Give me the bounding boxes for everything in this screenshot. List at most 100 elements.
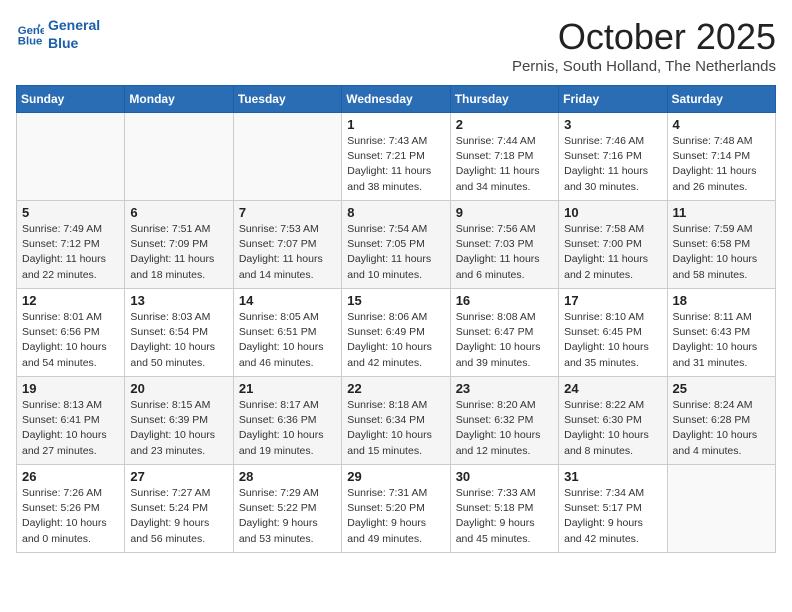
logo-text-line1: General	[48, 16, 100, 34]
day-number: 11	[673, 205, 770, 220]
day-number: 28	[239, 469, 336, 484]
day-number: 8	[347, 205, 444, 220]
calendar-cell: 21 Sunrise: 8:17 AM Sunset: 6:36 PM Dayli…	[233, 377, 341, 465]
weekday-header-wednesday: Wednesday	[342, 86, 450, 113]
day-info: Sunrise: 8:05 AM Sunset: 6:51 PM Dayligh…	[239, 310, 336, 371]
calendar-subtitle: Pernis, South Holland, The Netherlands	[512, 58, 776, 75]
day-info: Sunrise: 7:44 AM Sunset: 7:18 PM Dayligh…	[456, 134, 553, 195]
day-info: Sunrise: 7:34 AM Sunset: 5:17 PM Dayligh…	[564, 486, 661, 547]
calendar-cell: 9 Sunrise: 7:56 AM Sunset: 7:03 PM Daylig…	[450, 201, 558, 289]
day-number: 10	[564, 205, 661, 220]
calendar-cell: 16 Sunrise: 8:08 AM Sunset: 6:47 PM Dayli…	[450, 289, 558, 377]
calendar-cell	[233, 113, 341, 201]
day-info: Sunrise: 7:56 AM Sunset: 7:03 PM Dayligh…	[456, 222, 553, 283]
calendar-cell: 26Sunrise: 7:26 AM Sunset: 5:26 PM Dayli…	[17, 465, 125, 553]
day-info: Sunrise: 8:03 AM Sunset: 6:54 PM Dayligh…	[130, 310, 227, 371]
calendar-cell: 30 Sunrise: 7:33 AM Sunset: 5:18 PM Dayli…	[450, 465, 558, 553]
day-number: 21	[239, 381, 336, 396]
day-info: Sunrise: 8:06 AM Sunset: 6:49 PM Dayligh…	[347, 310, 444, 371]
calendar-cell: 23Sunrise: 8:20 AM Sunset: 6:32 PM Dayli…	[450, 377, 558, 465]
day-info: Sunrise: 8:20 AM Sunset: 6:32 PM Dayligh…	[456, 398, 553, 459]
day-number: 31	[564, 469, 661, 484]
day-info: Sunrise: 7:53 AM Sunset: 7:07 PM Dayligh…	[239, 222, 336, 283]
weekday-header-thursday: Thursday	[450, 86, 558, 113]
day-info: Sunrise: 8:17 AM Sunset: 6:36 PM Dayligh…	[239, 398, 336, 459]
weekday-header-friday: Friday	[559, 86, 667, 113]
day-number: 9	[456, 205, 553, 220]
day-info: Sunrise: 8:10 AM Sunset: 6:45 PM Dayligh…	[564, 310, 661, 371]
calendar-cell: 10 Sunrise: 7:58 AM Sunset: 7:00 PM Dayli…	[559, 201, 667, 289]
weekday-header-monday: Monday	[125, 86, 233, 113]
weekday-header-sunday: Sunday	[17, 86, 125, 113]
calendar-cell: 15 Sunrise: 8:06 AM Sunset: 6:49 PM Dayli…	[342, 289, 450, 377]
calendar-cell: 12Sunrise: 8:01 AM Sunset: 6:56 PM Dayli…	[17, 289, 125, 377]
calendar-cell: 24 Sunrise: 8:22 AM Sunset: 6:30 PM Dayli…	[559, 377, 667, 465]
day-info: Sunrise: 7:49 AM Sunset: 7:12 PM Dayligh…	[22, 222, 119, 283]
calendar-cell: 2 Sunrise: 7:44 AM Sunset: 7:18 PM Daylig…	[450, 113, 558, 201]
day-number: 1	[347, 117, 444, 132]
calendar-cell	[17, 113, 125, 201]
day-number: 22	[347, 381, 444, 396]
day-info: Sunrise: 7:46 AM Sunset: 7:16 PM Dayligh…	[564, 134, 661, 195]
logo-icon: General Blue	[16, 20, 44, 48]
day-info: Sunrise: 7:31 AM Sunset: 5:20 PM Dayligh…	[347, 486, 444, 547]
day-info: Sunrise: 7:48 AM Sunset: 7:14 PM Dayligh…	[673, 134, 770, 195]
day-info: Sunrise: 8:01 AM Sunset: 6:56 PM Dayligh…	[22, 310, 119, 371]
day-number: 29	[347, 469, 444, 484]
day-info: Sunrise: 8:18 AM Sunset: 6:34 PM Dayligh…	[347, 398, 444, 459]
logo: General Blue General Blue	[16, 16, 100, 52]
weekday-header-tuesday: Tuesday	[233, 86, 341, 113]
day-number: 4	[673, 117, 770, 132]
weekday-header-saturday: Saturday	[667, 86, 775, 113]
day-info: Sunrise: 8:13 AM Sunset: 6:41 PM Dayligh…	[22, 398, 119, 459]
calendar-cell: 4 Sunrise: 7:48 AM Sunset: 7:14 PM Daylig…	[667, 113, 775, 201]
day-number: 24	[564, 381, 661, 396]
calendar-cell: 8 Sunrise: 7:54 AM Sunset: 7:05 PM Daylig…	[342, 201, 450, 289]
calendar-cell: 27Sunrise: 7:27 AM Sunset: 5:24 PM Dayli…	[125, 465, 233, 553]
day-info: Sunrise: 7:33 AM Sunset: 5:18 PM Dayligh…	[456, 486, 553, 547]
calendar-cell: 7 Sunrise: 7:53 AM Sunset: 7:07 PM Daylig…	[233, 201, 341, 289]
calendar-cell: 29 Sunrise: 7:31 AM Sunset: 5:20 PM Dayli…	[342, 465, 450, 553]
day-info: Sunrise: 7:58 AM Sunset: 7:00 PM Dayligh…	[564, 222, 661, 283]
day-info: Sunrise: 8:08 AM Sunset: 6:47 PM Dayligh…	[456, 310, 553, 371]
calendar-cell: 5 Sunrise: 7:49 AM Sunset: 7:12 PM Daylig…	[17, 201, 125, 289]
calendar-cell: 18 Sunrise: 8:11 AM Sunset: 6:43 PM Dayli…	[667, 289, 775, 377]
calendar-cell: 20Sunrise: 8:15 AM Sunset: 6:39 PM Dayli…	[125, 377, 233, 465]
day-number: 13	[130, 293, 227, 308]
logo-text-line2: Blue	[48, 34, 100, 52]
day-number: 25	[673, 381, 770, 396]
calendar-table: SundayMondayTuesdayWednesdayThursdayFrid…	[16, 85, 776, 553]
day-info: Sunrise: 8:24 AM Sunset: 6:28 PM Dayligh…	[673, 398, 770, 459]
day-info: Sunrise: 8:11 AM Sunset: 6:43 PM Dayligh…	[673, 310, 770, 371]
day-number: 5	[22, 205, 119, 220]
day-number: 14	[239, 293, 336, 308]
calendar-cell: 17Sunrise: 8:10 AM Sunset: 6:45 PM Dayli…	[559, 289, 667, 377]
day-number: 18	[673, 293, 770, 308]
day-number: 7	[239, 205, 336, 220]
day-number: 16	[456, 293, 553, 308]
day-number: 3	[564, 117, 661, 132]
day-number: 2	[456, 117, 553, 132]
day-info: Sunrise: 7:54 AM Sunset: 7:05 PM Dayligh…	[347, 222, 444, 283]
day-number: 19	[22, 381, 119, 396]
day-number: 30	[456, 469, 553, 484]
calendar-cell: 1 Sunrise: 7:43 AM Sunset: 7:21 PM Daylig…	[342, 113, 450, 201]
day-info: Sunrise: 7:29 AM Sunset: 5:22 PM Dayligh…	[239, 486, 336, 547]
day-info: Sunrise: 7:26 AM Sunset: 5:26 PM Dayligh…	[22, 486, 119, 547]
page-header: General Blue General Blue October 2025 P…	[16, 16, 776, 75]
day-number: 20	[130, 381, 227, 396]
calendar-cell: 25 Sunrise: 8:24 AM Sunset: 6:28 PM Dayli…	[667, 377, 775, 465]
day-info: Sunrise: 8:22 AM Sunset: 6:30 PM Dayligh…	[564, 398, 661, 459]
day-info: Sunrise: 7:51 AM Sunset: 7:09 PM Dayligh…	[130, 222, 227, 283]
calendar-cell: 28 Sunrise: 7:29 AM Sunset: 5:22 PM Dayli…	[233, 465, 341, 553]
calendar-title: October 2025	[512, 16, 776, 58]
day-info: Sunrise: 7:43 AM Sunset: 7:21 PM Dayligh…	[347, 134, 444, 195]
calendar-cell: 19 Sunrise: 8:13 AM Sunset: 6:41 PM Dayli…	[17, 377, 125, 465]
title-block: October 2025 Pernis, South Holland, The …	[512, 16, 776, 75]
calendar-cell: 13 Sunrise: 8:03 AM Sunset: 6:54 PM Dayli…	[125, 289, 233, 377]
calendar-cell: 3 Sunrise: 7:46 AM Sunset: 7:16 PM Daylig…	[559, 113, 667, 201]
calendar-cell: 31 Sunrise: 7:34 AM Sunset: 5:17 PM Dayli…	[559, 465, 667, 553]
calendar-cell	[125, 113, 233, 201]
day-info: Sunrise: 7:59 AM Sunset: 6:58 PM Dayligh…	[673, 222, 770, 283]
day-number: 15	[347, 293, 444, 308]
